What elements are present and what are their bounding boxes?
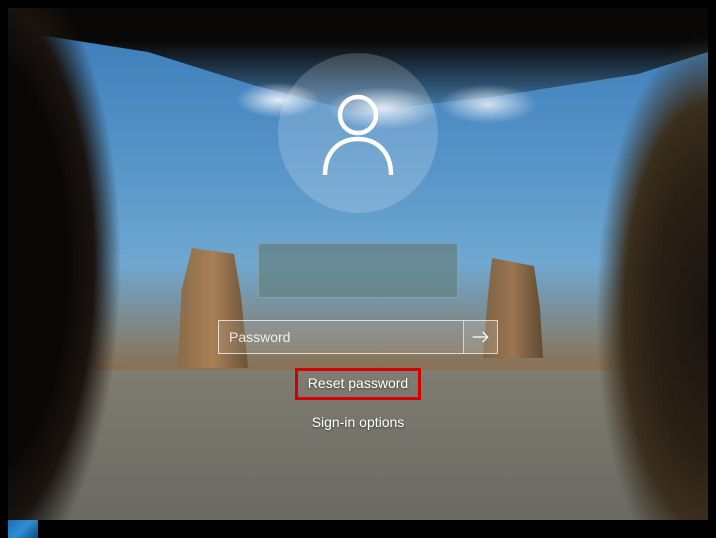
- taskbar-thumbnail[interactable]: [8, 520, 38, 538]
- background-rock-left: [8, 8, 208, 520]
- lock-screen: Reset password Sign-in options: [8, 8, 708, 520]
- password-input[interactable]: [219, 321, 463, 353]
- password-row: [218, 320, 498, 354]
- username-display: [258, 243, 458, 298]
- annotation-highlight: Reset password: [295, 368, 421, 400]
- reset-password-link[interactable]: Reset password: [308, 375, 408, 391]
- login-panel: Reset password Sign-in options: [218, 53, 498, 430]
- user-avatar: [278, 53, 438, 213]
- submit-button[interactable]: [463, 321, 497, 353]
- arrow-right-icon: [471, 329, 491, 345]
- person-icon: [313, 88, 403, 178]
- background-rock-right: [578, 8, 708, 520]
- signin-options-link[interactable]: Sign-in options: [312, 414, 405, 430]
